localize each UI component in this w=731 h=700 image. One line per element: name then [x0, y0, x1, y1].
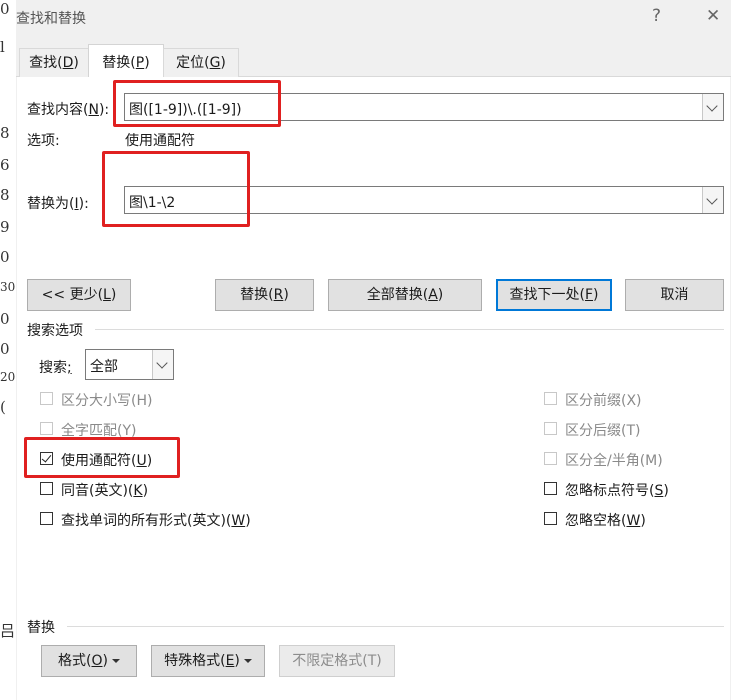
dropdown-caret-icon [111, 659, 120, 663]
dropdown-caret-icon [243, 659, 252, 663]
check-icon [41, 452, 52, 463]
match-suffix-checkbox[interactable] [544, 422, 557, 435]
match-case-checkbox[interactable] [40, 392, 53, 405]
search-direction-value: 全部 [90, 359, 118, 375]
all-word-forms-label: 查找单词的所有形式(英文)(W) [61, 513, 251, 529]
chevron-down-icon [156, 357, 168, 369]
background-glyph: 8 [0, 186, 10, 204]
special-button[interactable]: 特殊格式(E) [151, 645, 265, 677]
help-icon[interactable]: ? [652, 6, 661, 26]
tab-find-label: 查找( [29, 55, 63, 71]
match-prefix-checkbox[interactable] [544, 392, 557, 405]
search-options-title: 搜索选项 [27, 323, 83, 339]
ignore-whitespace-checkbox[interactable] [544, 512, 557, 525]
use-wildcards-checkbox[interactable] [40, 452, 53, 465]
tab-find[interactable]: 查找(D) [19, 48, 89, 77]
search-direction-select[interactable]: 全部 [85, 349, 174, 380]
highlight-replace-box [102, 151, 250, 227]
background-glyph: l [0, 38, 5, 56]
match-width-checkbox[interactable] [544, 452, 557, 465]
match-width-label: 区分全/半角(M) [565, 453, 663, 469]
background-glyph: 8 [0, 124, 10, 142]
chevron-down-icon [706, 100, 718, 112]
less-button[interactable]: << 更少(L) [27, 279, 131, 311]
search-direction-label: 搜索; [39, 360, 72, 376]
match-case-label: 区分大小写(H) [61, 393, 153, 409]
tab-find-hotkey: D [62, 55, 74, 71]
no-formatting-button[interactable]: 不限定格式(T) [279, 645, 395, 677]
tab-goto-hotkey: G [209, 55, 221, 71]
dialog-title: 查找和替换 [16, 11, 86, 27]
sounds-like-checkbox[interactable] [40, 482, 53, 495]
whole-word-checkbox[interactable] [40, 422, 53, 435]
match-suffix-label: 区分后缀(T) [565, 423, 641, 439]
tab-replace-label: 替换( [102, 55, 136, 71]
tab-replace[interactable]: 替换(P) [88, 44, 164, 78]
replace-button[interactable]: 替换(R) [215, 279, 314, 311]
tab-replace-suffix: ) [144, 55, 150, 71]
background-glyph: 6 [0, 156, 10, 174]
match-prefix-label: 区分前缀(X) [565, 393, 642, 409]
background-glyph: 0 [0, 340, 10, 358]
tab-goto-suffix: ) [220, 55, 226, 71]
ignore-punctuation-checkbox[interactable] [544, 482, 557, 495]
all-word-forms-checkbox[interactable] [40, 512, 53, 525]
replace-section-title: 替换 [27, 620, 55, 636]
format-button[interactable]: 格式(O) [41, 645, 137, 677]
find-history-dropdown[interactable] [702, 94, 723, 120]
options-label: 选项: [27, 133, 60, 149]
background-glyph: 0 [0, 248, 10, 266]
use-wildcards-label: 使用通配符(U) [61, 453, 153, 469]
tab-goto-label: 定位( [176, 55, 210, 71]
find-what-label: 查找内容(N): [27, 102, 110, 118]
replace-section-divider [67, 626, 724, 627]
cancel-button[interactable]: 取消 [625, 279, 724, 311]
background-glyph: 吕 [0, 622, 16, 640]
background-glyph: 20 [0, 370, 16, 384]
whole-word-label: 全字匹配(Y) [61, 423, 137, 439]
background-glyph: 0 [0, 0, 10, 18]
background-glyph: ( [0, 398, 6, 416]
replace-history-dropdown[interactable] [702, 187, 723, 213]
tab-replace-hotkey: P [135, 55, 145, 71]
tab-find-suffix: ) [73, 55, 79, 71]
background-glyph: 9 [0, 218, 10, 236]
replace-with-label: 替换为(I): [27, 196, 89, 212]
search-options-divider [95, 329, 724, 330]
options-value: 使用通配符 [125, 133, 195, 149]
find-next-button[interactable]: 查找下一处(F) [496, 279, 612, 311]
background-document: 0 l 8 6 8 9 0 30 0 0 20 ( 吕 [0, 0, 16, 700]
ignore-punctuation-label: 忽略标点符号(S) [565, 483, 669, 499]
chevron-down-icon [706, 193, 718, 205]
highlight-find-box [113, 80, 281, 127]
search-direction-dropdown[interactable] [152, 350, 173, 379]
background-glyph: 30 [0, 280, 16, 294]
sounds-like-label: 同音(英文)(K) [61, 483, 149, 499]
background-glyph: 0 [0, 310, 10, 328]
replace-all-button[interactable]: 全部替换(A) [328, 279, 482, 311]
close-icon[interactable]: ✕ [706, 6, 720, 26]
tab-goto[interactable]: 定位(G) [163, 48, 239, 77]
ignore-whitespace-label: 忽略空格(W) [565, 513, 646, 529]
